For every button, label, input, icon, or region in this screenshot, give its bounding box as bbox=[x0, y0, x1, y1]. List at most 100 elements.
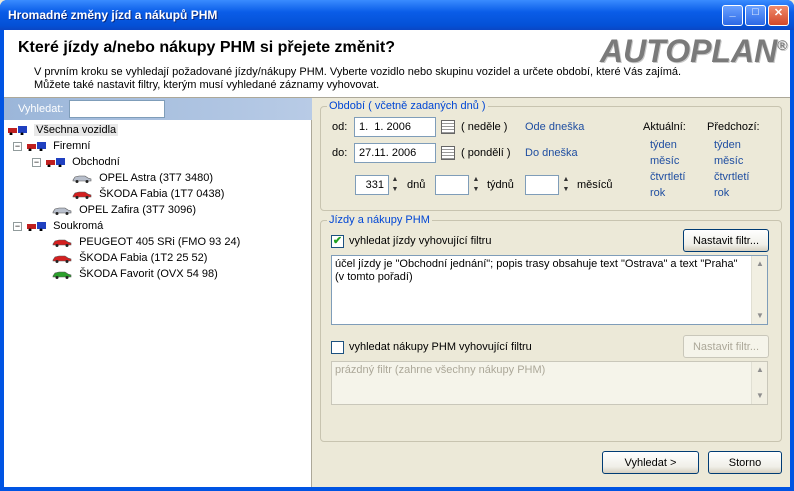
tree-label: ŠKODA Fabia (1T2 25 52) bbox=[79, 252, 208, 264]
period-group: Období ( včetně zadaných dnů ) od: ( ned… bbox=[320, 100, 782, 211]
previous-quarter-link[interactable]: čtvrtletí bbox=[714, 171, 749, 183]
tree-item-opel-astra[interactable]: OPEL Astra (3T7 3480) bbox=[72, 170, 213, 186]
tree-label: Obchodní bbox=[72, 156, 120, 168]
tree-label: OPEL Zafira (3T7 3096) bbox=[79, 204, 197, 216]
weeks-label: týdnů bbox=[487, 179, 514, 191]
search-label: Vyhledat: bbox=[18, 103, 64, 115]
spin-down-icon[interactable]: ▼ bbox=[390, 185, 400, 195]
tree-label: PEUGEOT 405 SRi (FMO 93 24) bbox=[79, 236, 241, 248]
vehicles-group-icon bbox=[27, 222, 47, 232]
minimize-button[interactable]: _ bbox=[722, 5, 743, 26]
filters-group-title: Jízdy a nákupy PHM bbox=[327, 214, 432, 226]
weeks-spinner[interactable]: ▲ ▼ bbox=[471, 175, 481, 195]
tree-label: OPEL Astra (3T7 3480) bbox=[99, 172, 213, 184]
tree-label: Všechna vozidla bbox=[34, 124, 119, 136]
fuel-filter-label: vyhledat nákupy PHM vyhovující filtru bbox=[349, 341, 532, 353]
from-date-input[interactable] bbox=[354, 117, 436, 137]
check-icon: ✔ bbox=[332, 235, 343, 247]
to-date-input[interactable] bbox=[354, 143, 436, 163]
collapse-icon[interactable]: − bbox=[32, 157, 41, 167]
from-label: od: bbox=[332, 121, 348, 133]
current-month-link[interactable]: měsíc bbox=[650, 155, 679, 167]
days-input[interactable] bbox=[355, 175, 389, 195]
car-icon bbox=[72, 191, 92, 200]
period-group-title: Období ( včetně zadaných dnů ) bbox=[327, 100, 488, 112]
current-week-link[interactable]: týden bbox=[650, 139, 677, 151]
tree-label: ŠKODA Fabia (1T7 0438) bbox=[99, 188, 225, 200]
car-icon bbox=[72, 175, 92, 184]
tree-item-peugeot-405[interactable]: PEUGEOT 405 SRi (FMO 93 24) bbox=[52, 234, 240, 250]
scroll-up-icon[interactable]: ▲ bbox=[753, 363, 767, 377]
previous-period-title: Předchozí: bbox=[707, 121, 760, 133]
cancel-button[interactable]: Storno bbox=[708, 451, 782, 474]
scroll-up-icon[interactable]: ▲ bbox=[753, 257, 767, 271]
spin-down-icon[interactable]: ▼ bbox=[561, 185, 571, 195]
dialog-body: Které jízdy a/nebo nákupy PHM si přejete… bbox=[4, 30, 790, 487]
search-input[interactable] bbox=[69, 100, 165, 118]
to-today-link[interactable]: Do dneška bbox=[525, 147, 578, 159]
previous-week-link[interactable]: týden bbox=[714, 139, 741, 151]
filters-group: Jízdy a nákupy PHM ✔ vyhledat jízdy vyho… bbox=[320, 214, 782, 442]
tree-item-soukroma[interactable]: − Soukromá bbox=[13, 218, 103, 234]
scroll-down-icon[interactable]: ▼ bbox=[753, 389, 767, 403]
from-today-link[interactable]: Ode dneška bbox=[525, 121, 584, 133]
title-bar[interactable]: Hromadné změny jízd a nákupů PHM _ □ ✕ bbox=[0, 0, 794, 30]
window: Hromadné změny jízd a nákupů PHM _ □ ✕ K… bbox=[0, 0, 794, 491]
options-panel: Období ( včetně zadaných dnů ) od: ( ned… bbox=[320, 100, 784, 478]
tree-label: ŠKODA Favorit (OVX 54 98) bbox=[79, 268, 218, 280]
maximize-icon: □ bbox=[752, 6, 759, 18]
calendar-icon[interactable] bbox=[441, 120, 455, 134]
previous-year-link[interactable]: rok bbox=[714, 187, 729, 199]
tree-label: Firemní bbox=[53, 140, 91, 152]
current-quarter-link[interactable]: čtvrtletí bbox=[650, 171, 685, 183]
from-day-name: ( neděle ) bbox=[461, 121, 508, 133]
spin-up-icon[interactable]: ▲ bbox=[471, 175, 481, 185]
tree-item-obchodni[interactable]: − Obchodní bbox=[32, 154, 120, 170]
current-period-title: Aktuální: bbox=[643, 121, 686, 133]
fuel-filter-text: prázdný filtr (zahrne všechny nákupy PHM… bbox=[335, 364, 546, 376]
fuel-filter-checkbox[interactable] bbox=[331, 341, 344, 354]
close-icon: ✕ bbox=[773, 7, 784, 19]
weeks-input[interactable] bbox=[435, 175, 469, 195]
scroll-down-icon[interactable]: ▼ bbox=[753, 309, 767, 323]
page-title: Které jízdy a/nebo nákupy PHM si přejete… bbox=[18, 39, 395, 56]
car-icon bbox=[52, 271, 72, 280]
search-button[interactable]: Vyhledat > bbox=[602, 451, 699, 474]
fuel-filter-scrollbar[interactable]: ▲ ▼ bbox=[751, 362, 767, 404]
maximize-button[interactable]: □ bbox=[745, 5, 766, 26]
current-year-link[interactable]: rok bbox=[650, 187, 665, 199]
collapse-icon[interactable]: − bbox=[13, 221, 22, 231]
previous-month-link[interactable]: měsíc bbox=[714, 155, 743, 167]
trips-filter-description[interactable]: účel jízdy je "Obchodní jednání"; popis … bbox=[331, 255, 768, 325]
tree-item-skoda-favorit[interactable]: ŠKODA Favorit (OVX 54 98) bbox=[52, 266, 218, 282]
tree-item-all-vehicles[interactable]: Všechna vozidla bbox=[8, 122, 119, 138]
months-input[interactable] bbox=[525, 175, 559, 195]
days-spinner[interactable]: ▲ ▼ bbox=[390, 175, 400, 195]
tree-item-skoda-fabia-2[interactable]: ŠKODA Fabia (1T2 25 52) bbox=[52, 250, 207, 266]
fuel-set-filter-button[interactable]: Nastavit filtr... bbox=[683, 335, 769, 358]
calendar-icon[interactable] bbox=[441, 146, 455, 160]
car-icon bbox=[52, 239, 72, 248]
vehicles-group-icon bbox=[27, 142, 47, 152]
trips-filter-checkbox[interactable]: ✔ bbox=[331, 235, 344, 248]
fuel-filter-description[interactable]: prázdný filtr (zahrne všechny nákupy PHM… bbox=[331, 361, 768, 405]
spin-up-icon[interactable]: ▲ bbox=[390, 175, 400, 185]
minimize-icon: _ bbox=[729, 6, 736, 18]
to-label: do: bbox=[332, 147, 348, 159]
header-description: V prvním kroku se vyhledají požadované j… bbox=[34, 66, 681, 92]
spin-down-icon[interactable]: ▼ bbox=[471, 185, 481, 195]
tree-item-skoda-fabia-1[interactable]: ŠKODA Fabia (1T7 0438) bbox=[72, 186, 224, 202]
trips-set-filter-button[interactable]: Nastavit filtr... bbox=[683, 229, 769, 252]
months-spinner[interactable]: ▲ ▼ bbox=[561, 175, 571, 195]
trips-filter-scrollbar[interactable]: ▲ ▼ bbox=[751, 256, 767, 324]
tree-item-firemni[interactable]: − Firemní bbox=[13, 138, 90, 154]
close-button[interactable]: ✕ bbox=[768, 5, 789, 26]
description-line-1: V prvním kroku se vyhledají požadované j… bbox=[34, 66, 682, 78]
collapse-icon[interactable]: − bbox=[13, 141, 22, 151]
description-line-2: Můžete také nastavit filtry, kterým musí… bbox=[34, 79, 380, 91]
tree-item-opel-zafira[interactable]: OPEL Zafira (3T7 3096) bbox=[52, 202, 196, 218]
vehicles-group-icon bbox=[8, 126, 27, 136]
window-title: Hromadné změny jízd a nákupů PHM bbox=[8, 8, 218, 22]
spin-up-icon[interactable]: ▲ bbox=[561, 175, 571, 185]
trips-filter-text: účel jízdy je "Obchodní jednání"; popis … bbox=[335, 258, 738, 283]
